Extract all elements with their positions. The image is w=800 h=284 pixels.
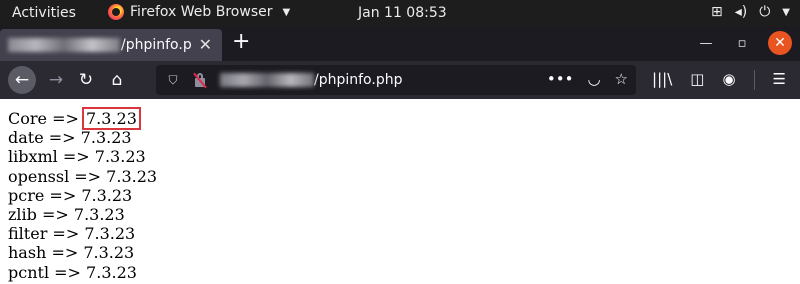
gnome-top-bar: Activities Firefox Web Browser ▼ Jan 11 … <box>0 0 800 27</box>
app-menu[interactable]: Firefox Web Browser ▼ <box>108 4 290 20</box>
clock[interactable]: Jan 11 08:53 <box>358 5 447 21</box>
sidebar-icon[interactable]: ◫ <box>690 70 704 90</box>
bookmark-star-icon[interactable]: ☆ <box>615 70 628 88</box>
module-line: filter => 7.3.23 <box>8 224 136 244</box>
pocket-icon[interactable]: ◡ <box>587 70 600 88</box>
redacted-host <box>220 73 314 87</box>
system-tray[interactable]: ⊞ ◂) ⏻ ▼ <box>711 4 790 20</box>
reload-button[interactable]: ↻ <box>72 66 100 94</box>
network-icon: ⊞ <box>710 4 723 20</box>
activities-button[interactable]: Activities <box>12 5 76 21</box>
tab-close-icon[interactable]: ✕ <box>199 35 212 54</box>
new-tab-button[interactable]: + <box>232 29 250 54</box>
close-window-button[interactable]: ✕ <box>768 31 792 55</box>
toolbar-buttons: |||\ ◫ ◉ ☰ <box>652 70 786 90</box>
module-line: hash => 7.3.23 <box>8 243 135 263</box>
redacted-host <box>8 38 120 52</box>
module-line: date => 7.3.23 <box>8 128 132 148</box>
tab-title: /phpinfo.p <box>121 37 192 53</box>
module-line: Core => 7.3.23 <box>8 107 141 130</box>
account-icon[interactable]: ◉ <box>722 70 735 90</box>
volume-icon: ◂) <box>734 4 748 20</box>
module-line: pcre => 7.3.23 <box>8 185 133 205</box>
caret-down-icon: ▼ <box>782 6 790 18</box>
module-line: zlib => 7.3.23 <box>8 205 125 225</box>
caret-down-icon: ▼ <box>282 6 291 18</box>
home-button[interactable]: ⌂ <box>103 66 131 94</box>
hamburger-menu-icon[interactable]: ☰ <box>773 70 786 90</box>
browser-tab[interactable]: /phpinfo.p ✕ <box>0 29 222 61</box>
page-content: Core => 7.3.23 date => 7.3.23 libxml => … <box>8 107 158 282</box>
minimize-button[interactable]: — <box>694 31 718 55</box>
module-line: libxml => 7.3.23 <box>8 147 146 167</box>
page-actions-icon[interactable]: ••• <box>547 70 574 88</box>
insecure-lock-icon[interactable] <box>192 72 208 89</box>
url-text: /phpinfo.php <box>314 72 403 88</box>
navigation-toolbar: ← → ↻ ⌂ ⛉ /phpinfo.php ••• ◡ ☆ |||\ ◫ ◉ … <box>0 61 800 99</box>
highlighted-version: 7.3.23 <box>81 107 141 130</box>
toolbar-separator <box>753 70 755 90</box>
module-line: pcntl => 7.3.23 <box>8 262 137 282</box>
library-icon[interactable]: |||\ <box>652 70 672 90</box>
tab-strip: /phpinfo.p ✕ + — ▫ ✕ <box>0 27 800 61</box>
url-bar[interactable]: ⛉ /phpinfo.php ••• ◡ ☆ <box>156 65 636 95</box>
maximize-button[interactable]: ▫ <box>730 31 754 55</box>
power-icon: ⏻ <box>759 4 771 20</box>
firefox-icon <box>108 4 124 20</box>
tracking-shield-icon[interactable]: ⛉ <box>166 73 180 87</box>
module-line: openssl => 7.3.23 <box>8 166 158 186</box>
back-button[interactable]: ← <box>8 66 36 94</box>
forward-button[interactable]: → <box>42 66 70 94</box>
app-name: Firefox Web Browser <box>130 4 273 20</box>
